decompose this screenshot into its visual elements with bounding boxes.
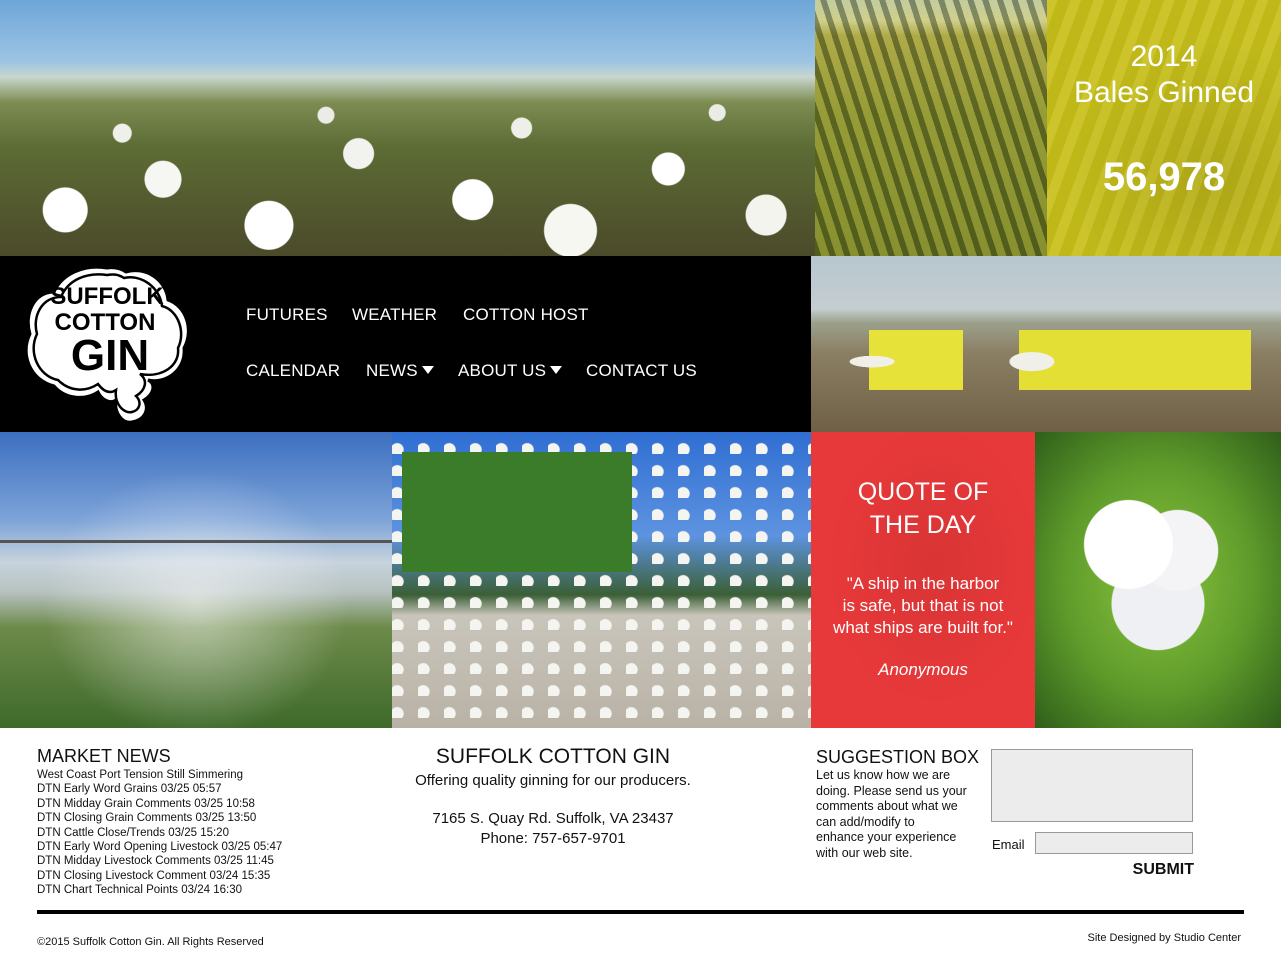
- quote-line-2: is safe, but that is not: [842, 596, 1004, 615]
- news-item[interactable]: DTN Early Word Grains 03/25 05:57: [37, 782, 282, 796]
- bales-ginned-panel: [1047, 0, 1281, 256]
- suggestion-line-5: enhance your experience: [816, 830, 957, 845]
- company-name: SUFFOLK COTTON GIN: [435, 745, 671, 768]
- nav-about-us[interactable]: ABOUT US: [458, 361, 563, 381]
- company-address: 7165 S. Quay Rd. Suffolk, VA 23437: [432, 810, 674, 827]
- nav-cotton-host[interactable]: COTTON HOST: [463, 305, 589, 325]
- cotton-module-rolls-photo: [811, 256, 1281, 432]
- nav-calendar[interactable]: CALENDAR: [246, 361, 340, 381]
- news-item[interactable]: DTN Early Word Opening Livestock 03/25 0…: [37, 840, 282, 854]
- news-item[interactable]: DTN Chart Technical Points 03/24 16:30: [37, 883, 282, 897]
- market-news-heading: MARKET NEWS: [37, 746, 171, 766]
- nav-contact-us[interactable]: CONTACT US: [586, 361, 697, 381]
- suggestion-message-field[interactable]: [991, 749, 1193, 822]
- submit-button[interactable]: SUBMIT: [1120, 861, 1194, 879]
- quote-title-line-2: THE DAY: [869, 511, 977, 539]
- company-phone: Phone: 757-657-9701: [480, 830, 626, 847]
- quote-text: "A ship in the harbor is safe, but that …: [820, 573, 1026, 639]
- crop-rows-photo: [815, 0, 1047, 256]
- quote-title-line-1: QUOTE OF: [857, 478, 989, 506]
- footer-divider: [37, 910, 1244, 914]
- suggestion-line-4: can add/modify to: [816, 814, 915, 829]
- logo-line-3: GIN: [71, 331, 149, 380]
- nav-futures[interactable]: FUTURES: [246, 305, 328, 325]
- bales-count: 56,978: [1102, 155, 1226, 199]
- cotton-boll-photo: [1035, 432, 1281, 728]
- news-item[interactable]: DTN Closing Grain Comments 03/25 13:50: [37, 811, 282, 825]
- news-item[interactable]: West Coast Port Tension Still Simmering: [37, 768, 282, 782]
- irrigation-photo: [0, 432, 392, 728]
- news-item[interactable]: DTN Midday Grain Comments 03/25 10:58: [37, 797, 282, 811]
- bales-label: Bales Ginned: [1073, 76, 1255, 109]
- site-credit-link[interactable]: Site Designed by Studio Center: [1000, 932, 1241, 944]
- nav-calendar-label: CALENDAR: [246, 361, 341, 380]
- cotton-picker-photo: [392, 432, 811, 728]
- suffolk-cotton-gin-logo[interactable]: SUFFOLK COTTON GIN: [22, 262, 192, 430]
- nav-weather[interactable]: WEATHER: [352, 305, 437, 325]
- suggestion-line-2: doing. Please send us your: [816, 783, 967, 798]
- news-item[interactable]: DTN Closing Livestock Comment 03/24 15:3…: [37, 869, 282, 883]
- nav-news-label: NEWS: [366, 361, 418, 380]
- suggestion-box-heading: SUGGESTION BOX: [816, 747, 980, 767]
- cotton-field-photo: [0, 0, 815, 256]
- logo-line-1: SUFFOLK: [50, 283, 164, 310]
- suggestion-description: Let us know how we are doing. Please sen…: [816, 768, 986, 862]
- suggestion-line-1: Let us know how we are: [816, 768, 951, 782]
- market-news-list: West Coast Port Tension Still Simmering …: [37, 768, 282, 898]
- nav-cotton-host-label: COTTON HOST: [463, 305, 589, 324]
- caret-down-icon: [421, 366, 434, 374]
- nav-futures-label: FUTURES: [246, 305, 328, 324]
- quote-line-1: "A ship in the harbor: [846, 574, 1000, 593]
- news-item[interactable]: DTN Midday Livestock Comments 03/25 11:4…: [37, 854, 282, 868]
- suggestion-line-3: comments about what we: [816, 799, 958, 814]
- nav-contact-us-label: CONTACT US: [586, 361, 697, 380]
- quote-line-3: what ships are built for.": [833, 618, 1013, 637]
- caret-down-icon: [550, 366, 563, 374]
- bales-year: 2014: [1130, 40, 1198, 73]
- quote-title: QUOTE OF THE DAY: [811, 476, 1035, 542]
- email-label: Email: [992, 837, 1025, 852]
- company-tagline: Offering quality ginning for our produce…: [415, 772, 691, 789]
- copyright-text: ©2015 Suffolk Cotton Gin. All Rights Res…: [37, 936, 264, 948]
- nav-weather-label: WEATHER: [352, 305, 438, 324]
- quote-author: Anonymous: [878, 660, 968, 679]
- nav-news[interactable]: NEWS: [366, 361, 434, 381]
- email-field[interactable]: [1035, 832, 1193, 854]
- nav-about-us-label: ABOUT US: [458, 361, 547, 380]
- news-item[interactable]: DTN Cattle Close/Trends 03/25 15:20: [37, 826, 282, 840]
- suggestion-line-6: with our web site.: [816, 845, 913, 860]
